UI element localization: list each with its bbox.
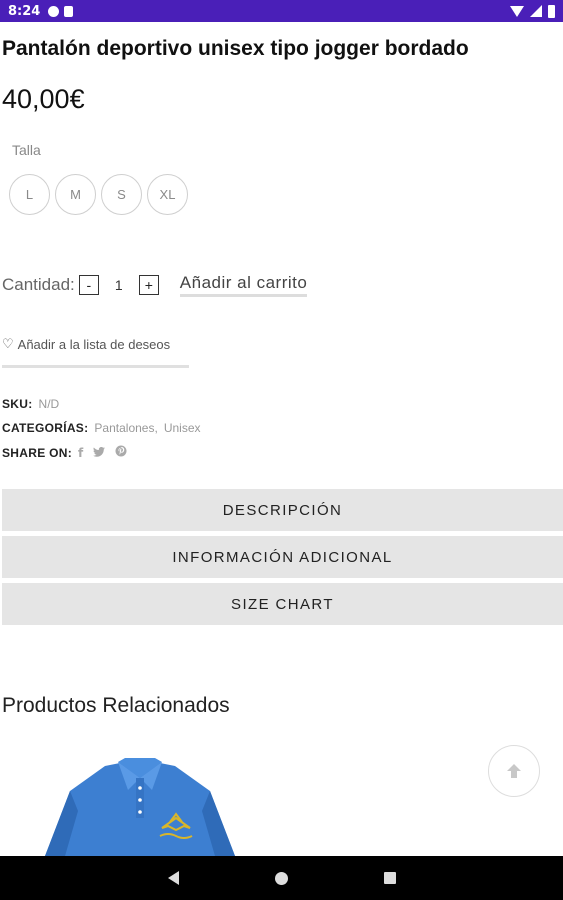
sku-value: N/D [38,397,60,411]
quantity-input[interactable]: 1 [99,277,139,293]
size-option-s[interactable]: S [101,174,142,215]
related-products-title: Productos Relacionados [2,694,230,717]
quantity-label: Cantidad: [2,275,75,294]
quantity-decrease-button[interactable]: - [78,275,99,295]
signal-icon [530,5,542,17]
facebook-icon[interactable]: f [78,446,83,460]
size-options: L M S XL [9,174,188,215]
quantity-increase-button[interactable]: + [138,275,159,295]
add-to-wishlist-link[interactable]: ♡ Añadir a la lista de deseos [2,336,189,368]
category-link-unisex[interactable]: Unisex [164,421,201,435]
product-title: Pantalón deportivo unisex tipo jogger bo… [2,37,469,60]
back-icon[interactable] [167,871,179,885]
share-label: SHARE ON: [2,445,73,460]
size-label: Talla [12,142,41,158]
category-link-pantalones[interactable]: Pantalones [94,421,154,435]
size-option-xl[interactable]: XL [147,174,188,215]
quantity-row: Cantidad: - 1 + Añadir al carrito [2,273,308,297]
status-time: 8:24 [8,3,41,19]
sku-label: SKU: [2,397,33,411]
arrow-up-icon [507,764,521,778]
twitter-icon[interactable] [93,446,106,460]
related-product-image[interactable] [30,756,250,856]
battery-icon [548,4,555,18]
notification-icon [48,5,60,17]
size-option-l[interactable]: L [9,174,50,215]
categories-label: CATEGORÍAS: [2,421,89,435]
recent-apps-icon[interactable] [383,872,396,884]
size-option-m[interactable]: M [55,174,96,215]
sd-card-icon [64,5,74,17]
scroll-to-top-button[interactable] [488,745,540,797]
share-row: SHARE ON: f [2,445,137,460]
wifi-icon [510,5,524,17]
product-price: 40,00€ [2,84,85,114]
wishlist-label: Añadir a la lista de deseos [17,337,171,352]
home-icon[interactable] [274,871,288,885]
heart-icon: ♡ [2,336,14,351]
add-to-cart-button[interactable]: Añadir al carrito [179,273,308,297]
navigation-bar [0,856,563,900]
pinterest-icon[interactable] [115,445,127,460]
status-bar: 8:24 [0,0,563,22]
tab-descripcion[interactable]: DESCRIPCIÓN [2,489,563,531]
tab-informacion-adicional[interactable]: INFORMACIÓN ADICIONAL [2,536,563,578]
tab-size-chart[interactable]: SIZE CHART [2,583,563,625]
categories-separator: , [154,421,158,435]
categories-row: CATEGORÍAS: Pantalones , Unisex [2,421,201,435]
sku-row: SKU: N/D [2,397,59,411]
